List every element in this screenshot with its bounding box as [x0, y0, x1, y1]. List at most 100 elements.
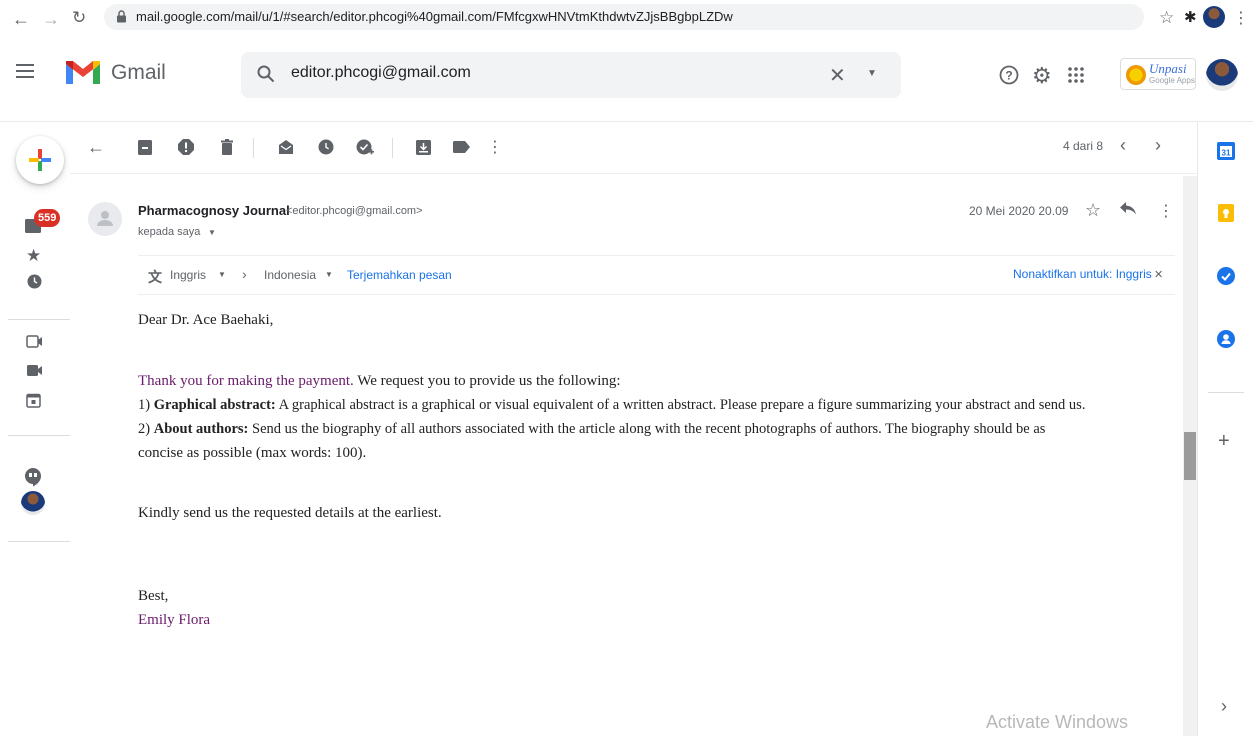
workspace-badge-title: Unpasi: [1149, 61, 1187, 76]
google-calendar-icon[interactable]: 31: [1217, 142, 1235, 160]
report-spam-icon[interactable]: [175, 136, 197, 158]
help-icon[interactable]: ?: [999, 65, 1019, 85]
starred-icon[interactable]: ★: [26, 246, 41, 266]
calendar-icon[interactable]: [26, 392, 41, 408]
meet-new-icon[interactable]: [26, 334, 43, 349]
newer-chevron-icon[interactable]: ‹: [1120, 135, 1126, 156]
delete-trash-icon[interactable]: [216, 136, 238, 158]
rail-divider: [8, 435, 70, 436]
snoozed-clock-icon[interactable]: [27, 274, 42, 289]
reply-icon[interactable]: [1120, 202, 1136, 215]
message-toolbar: ← ⋮ 4 dari 8 ‹ ›: [70, 122, 1197, 174]
reload-icon[interactable]: ↻: [72, 8, 86, 28]
bookmark-star-icon[interactable]: ☆: [1159, 8, 1174, 28]
source-lang-dropdown-icon[interactable]: ▼: [218, 270, 226, 279]
search-options-icon[interactable]: ▼: [867, 68, 877, 79]
message-scrollbar[interactable]: [1183, 176, 1197, 736]
account-avatar[interactable]: [1206, 59, 1238, 91]
item1-line: 1) Graphical abstract: A graphical abstr…: [138, 397, 1085, 414]
more-options-icon[interactable]: ⋮: [484, 136, 506, 158]
side-panel: 31 + ›: [1197, 122, 1253, 736]
message-date: 20 Mei 2020 20.09: [969, 204, 1069, 218]
workspace-badge[interactable]: Unpasi Google Apps: [1120, 58, 1196, 90]
recipient-details-icon[interactable]: ▼: [208, 228, 216, 237]
side-panel-divider: [1208, 392, 1244, 393]
toolbar-separator: [253, 138, 254, 158]
expand-panel-chevron-icon[interactable]: ›: [1221, 696, 1227, 717]
toolbar-separator: [392, 138, 393, 158]
workspace-logo-icon: [1126, 65, 1146, 85]
address-bar[interactable]: mail.google.com/mail/u/1/#search/editor.…: [104, 4, 1144, 30]
archive-icon[interactable]: [134, 136, 156, 158]
forward-arrow-icon[interactable]: →: [42, 9, 60, 30]
apps-grid-icon[interactable]: [1068, 67, 1084, 83]
arrow-right-icon: ›: [242, 266, 247, 282]
message-more-icon[interactable]: ⋮: [1158, 201, 1174, 221]
item1-number: 1): [138, 397, 154, 413]
item1-text: A graphical abstract is a graphical or v…: [275, 397, 1086, 413]
item2-heading: About authors:: [153, 421, 249, 437]
move-to-icon[interactable]: [412, 136, 434, 158]
sender-email: <editor.phcogi@gmail.com>: [286, 205, 423, 217]
scrollbar-thumb[interactable]: [1184, 432, 1196, 480]
add-to-tasks-icon[interactable]: [354, 136, 376, 158]
lock-icon: [116, 10, 127, 23]
search-icon[interactable]: [257, 65, 275, 83]
workspace-badge-sub: Google Apps: [1149, 76, 1195, 85]
clear-search-icon[interactable]: ✕: [829, 63, 846, 88]
disable-translate-link[interactable]: Nonaktifkan untuk: Inggris: [1013, 267, 1152, 281]
google-keep-icon[interactable]: [1218, 204, 1234, 222]
item2-text: Send us the biography of all authors ass…: [248, 421, 1046, 437]
snooze-icon[interactable]: [315, 136, 337, 158]
rail-divider: [8, 319, 70, 320]
star-message-icon[interactable]: ☆: [1085, 200, 1101, 221]
back-to-list-icon[interactable]: ←: [85, 136, 107, 158]
message-view: Pharmacognosy Journal <editor.phcogi@gma…: [70, 176, 1190, 736]
google-contacts-icon[interactable]: [1217, 330, 1235, 348]
browser-menu-icon[interactable]: ⋮: [1233, 8, 1249, 28]
pagination-text: 4 dari 8: [1063, 139, 1104, 153]
sender-name[interactable]: Pharmacognosy Journal: [138, 203, 290, 218]
extensions-icon[interactable]: ✱: [1184, 8, 1197, 26]
translate-bar: 文 Inggris ▼ › Indonesia ▼ Terjemahkan pe…: [138, 255, 1175, 295]
hangouts-icon[interactable]: [24, 467, 42, 487]
mark-unread-icon[interactable]: [275, 136, 297, 158]
request-line: Thank you for making the payment. We req…: [138, 373, 621, 390]
source-language[interactable]: Inggris: [170, 268, 206, 282]
meet-video-icon[interactable]: [26, 364, 43, 377]
target-lang-dropdown-icon[interactable]: ▼: [325, 270, 333, 279]
settings-gear-icon[interactable]: ⚙: [1032, 63, 1052, 89]
compose-plus-icon: [29, 149, 51, 176]
label-icon[interactable]: [450, 136, 472, 158]
back-arrow-icon[interactable]: ←: [12, 9, 30, 30]
main-menu-icon[interactable]: [16, 64, 34, 78]
close-translate-icon[interactable]: ✕: [1154, 268, 1163, 281]
google-tasks-icon[interactable]: [1217, 267, 1235, 285]
svg-text:?: ?: [1005, 69, 1012, 83]
item1-heading: Graphical abstract:: [153, 397, 276, 413]
translate-icon: 文: [148, 269, 162, 285]
profile-avatar-small[interactable]: [1203, 6, 1225, 28]
activate-windows-watermark: Activate Windows: [986, 712, 1129, 732]
search-input[interactable]: [291, 64, 791, 82]
gmail-logo-icon[interactable]: [64, 58, 102, 86]
left-navigation: 559 ★: [0, 122, 70, 736]
signature-name: Emily Flora: [138, 612, 211, 628]
thanks-text: Thank you for making the payment.: [138, 373, 354, 389]
svg-text:31: 31: [1222, 149, 1231, 158]
gmail-header: Gmail ✕ ▼ ? ⚙ Unpasi Google Apps: [0, 42, 1253, 122]
item2-continuation: concise as possible (max words: 100).: [138, 445, 367, 461]
inbox-unread-badge: 559: [34, 209, 61, 227]
recipient-text[interactable]: kepada saya: [138, 226, 200, 238]
add-addon-plus-icon[interactable]: +: [1218, 430, 1230, 453]
greeting-line: Dear Dr. Ace Baehaki,: [138, 312, 274, 328]
hangouts-contact-avatar[interactable]: [21, 491, 45, 515]
compose-button[interactable]: [16, 136, 64, 184]
translate-message-link[interactable]: Terjemahkan pesan: [347, 268, 452, 282]
rail-divider: [8, 541, 70, 542]
older-chevron-icon[interactable]: ›: [1155, 135, 1161, 156]
closing-request-line: Kindly send us the requested details at …: [138, 505, 442, 521]
search-bar[interactable]: ✕ ▼: [241, 52, 901, 98]
browser-toolbar: ← → ↻ mail.google.com/mail/u/1/#search/e…: [0, 0, 1253, 36]
target-language[interactable]: Indonesia: [264, 268, 316, 282]
